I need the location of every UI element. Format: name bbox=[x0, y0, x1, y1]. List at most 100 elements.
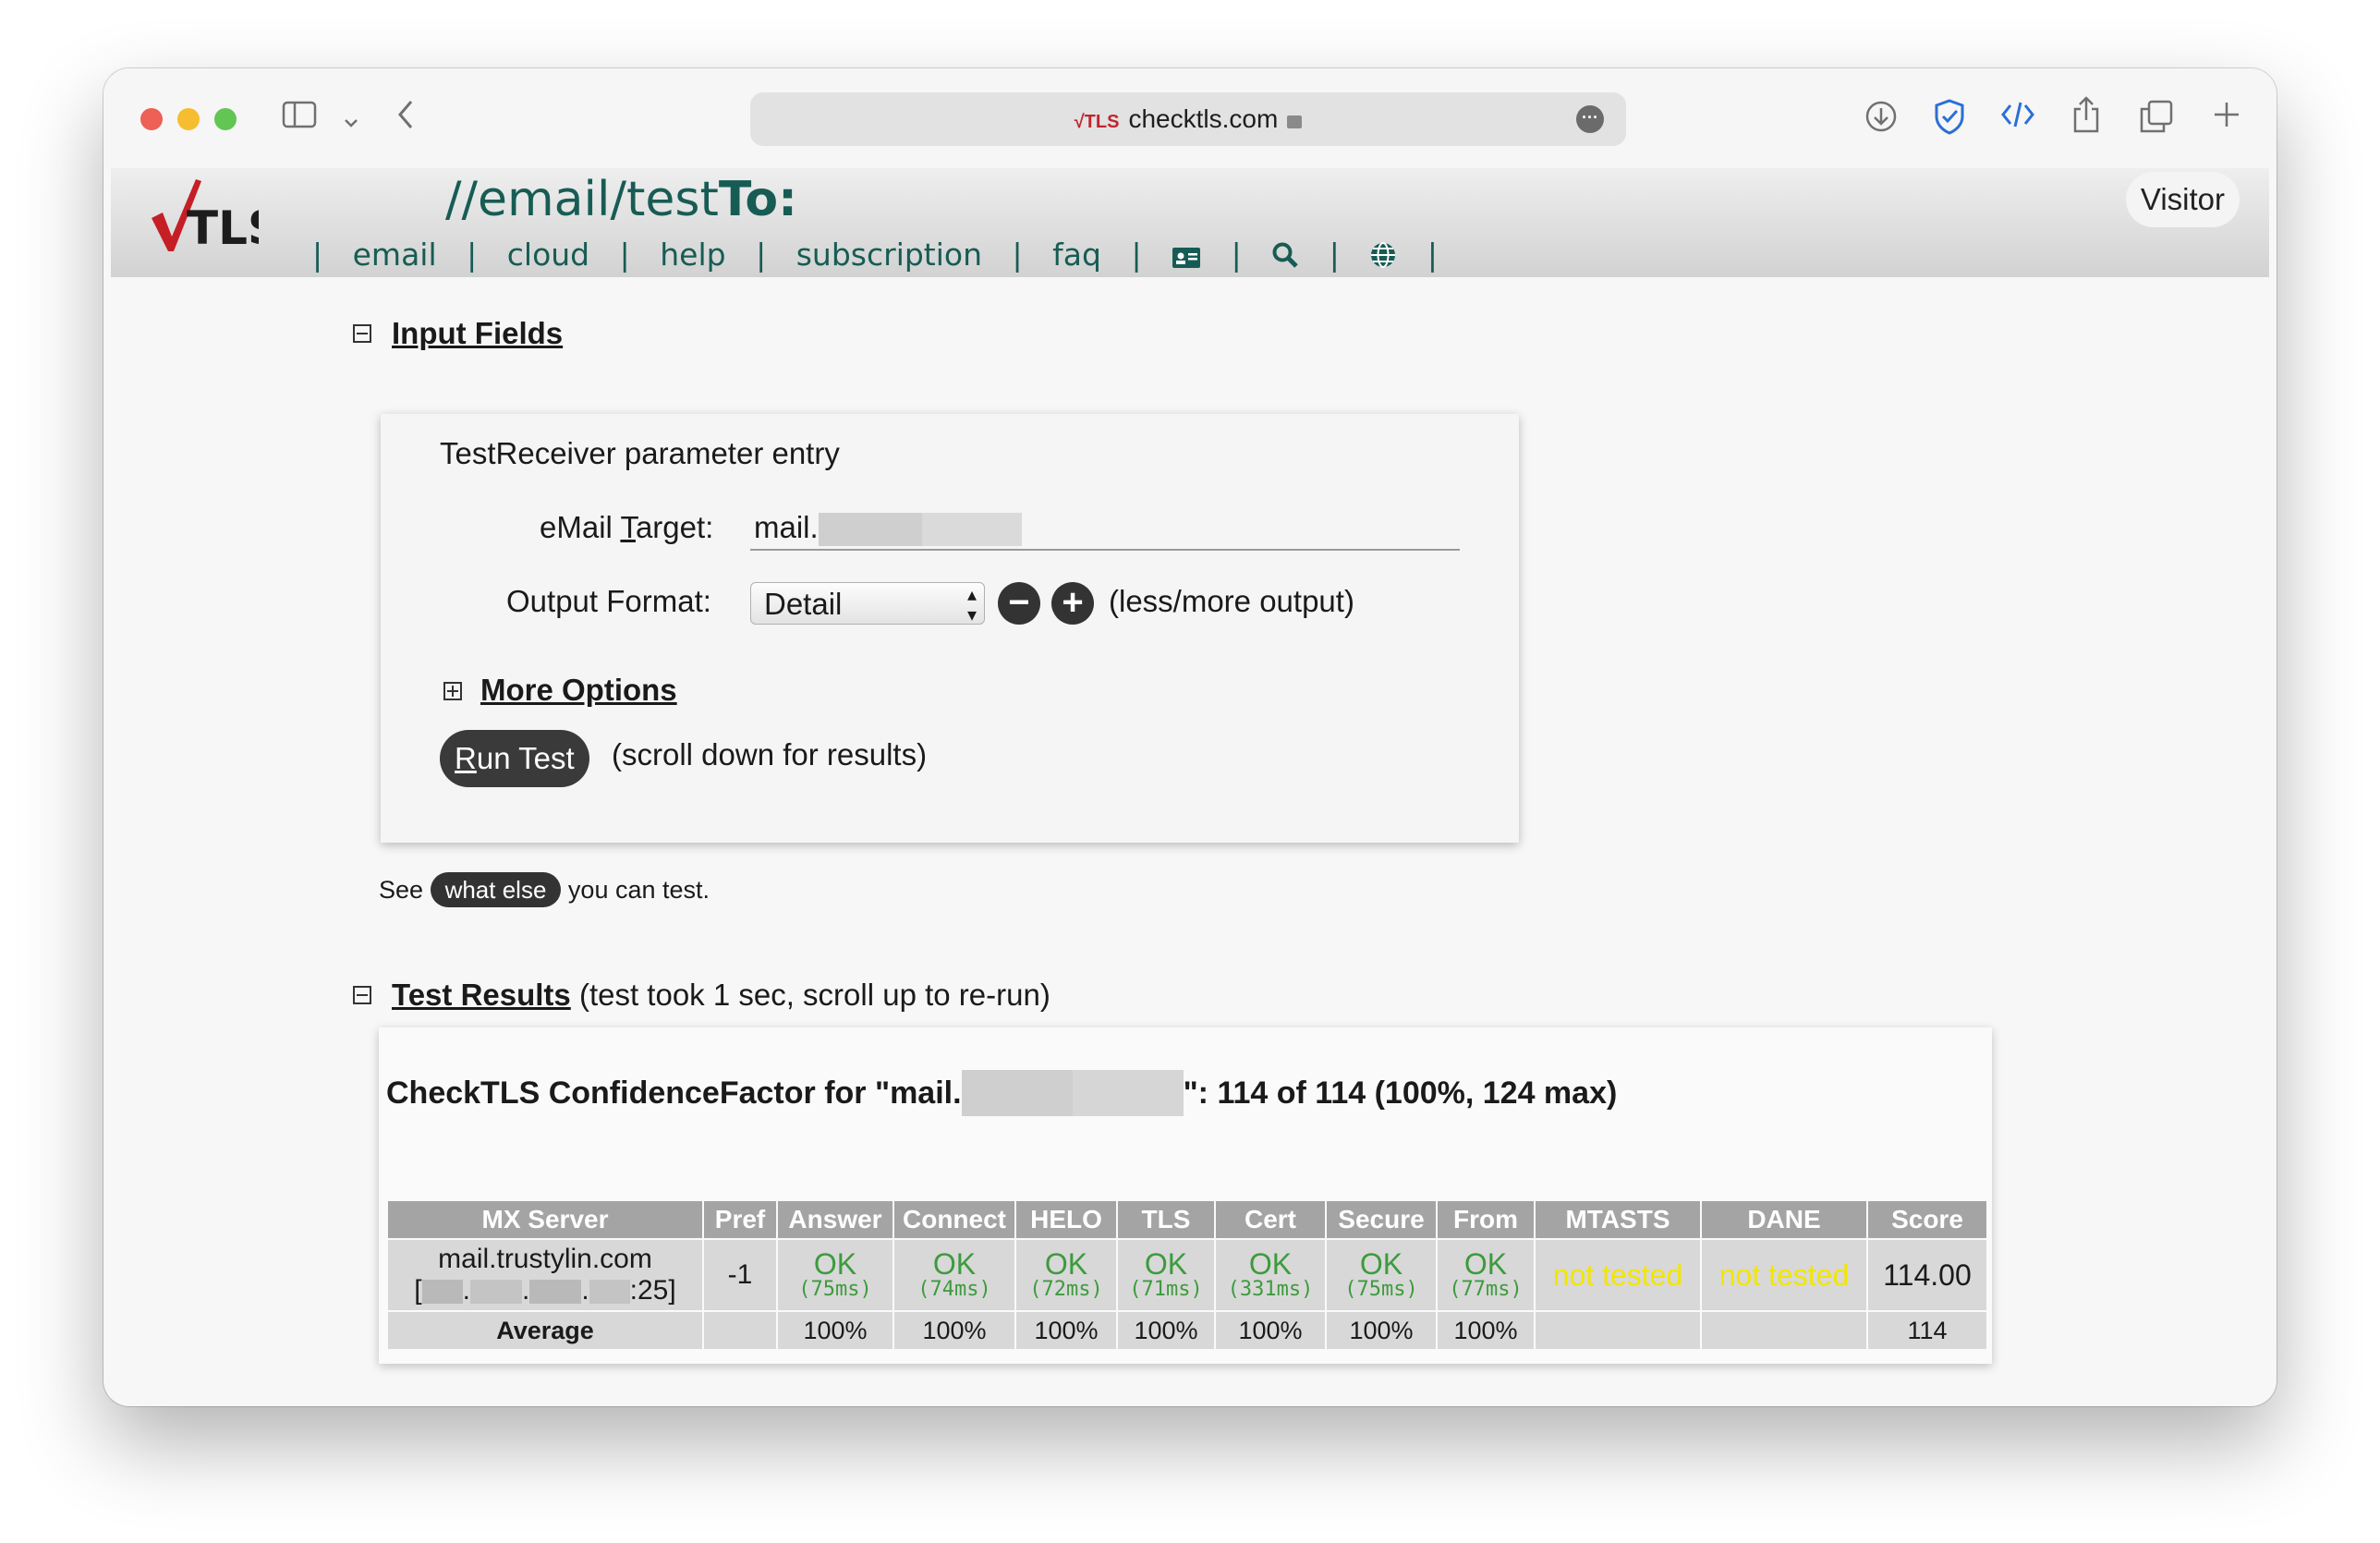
what-else-button[interactable]: what else bbox=[430, 872, 562, 907]
average-answer: 100% bbox=[776, 1310, 894, 1351]
pref-cell: -1 bbox=[702, 1238, 778, 1312]
site-favicon: √TLS bbox=[1074, 112, 1120, 132]
input-panel: TestReceiver parameter entry eMail Targe… bbox=[381, 414, 1519, 843]
collapse-icon[interactable] bbox=[353, 324, 371, 343]
col-pref: Pref bbox=[702, 1199, 778, 1240]
output-hint: (less/more output) bbox=[1109, 584, 1354, 618]
input-fields-header[interactable]: Input Fields bbox=[353, 316, 563, 351]
minimize-window-button[interactable] bbox=[177, 108, 200, 130]
col-mx-server: MX Server bbox=[386, 1199, 704, 1240]
format-label: Output Format: bbox=[506, 584, 711, 618]
col-dane: DANE bbox=[1700, 1199, 1868, 1240]
from-cell: OK (77ms) bbox=[1436, 1238, 1536, 1312]
answer-cell: OK (75ms) bbox=[776, 1238, 894, 1312]
run-hint: (scroll down for results) bbox=[612, 737, 928, 772]
input-fields-title[interactable]: Input Fields bbox=[392, 316, 563, 350]
cert-cell: OK (331ms) bbox=[1214, 1238, 1327, 1312]
results-panel: CheckTLS ConfidenceFactor for "mail. ": 1… bbox=[379, 1027, 1992, 1364]
run-test-button[interactable]: Run Test bbox=[440, 730, 589, 787]
score-cell: 114.00 bbox=[1866, 1238, 1988, 1312]
average-row: Average 100% 100% 100% 100% 100% 100% 10… bbox=[386, 1310, 1988, 1351]
download-icon[interactable] bbox=[1863, 100, 1900, 141]
expand-icon[interactable] bbox=[443, 682, 462, 700]
panel-title: TestReceiver parameter entry bbox=[440, 436, 840, 470]
share-icon[interactable] bbox=[2068, 96, 2105, 141]
col-secure: Secure bbox=[1325, 1199, 1438, 1240]
contact-card-icon[interactable] bbox=[1172, 240, 1201, 276]
col-mtasts: MTASTS bbox=[1534, 1199, 1702, 1240]
lock-icon bbox=[1287, 115, 1303, 128]
browser-toolbar: √TLS checktls.com ··· bbox=[103, 68, 2277, 168]
nav-subscription[interactable]: subscription bbox=[796, 237, 982, 273]
table-row: mail.trustylin.com [...:25] -1 OK (75ms) … bbox=[386, 1238, 1988, 1312]
tabs-icon[interactable] bbox=[2138, 100, 2175, 141]
more-options-label[interactable]: More Options bbox=[480, 673, 677, 707]
average-connect: 100% bbox=[892, 1310, 1016, 1351]
helo-cell: OK (72ms) bbox=[1014, 1238, 1118, 1312]
see-what-else: See what else you can test. bbox=[379, 872, 710, 907]
nav-cloud[interactable]: cloud bbox=[507, 237, 589, 273]
email-target-input[interactable]: mail. bbox=[750, 506, 1460, 551]
col-tls: TLS bbox=[1116, 1199, 1216, 1240]
target-label: eMail Target: bbox=[540, 510, 714, 544]
redacted-domain bbox=[1072, 1070, 1184, 1116]
more-output-button[interactable]: + bbox=[1051, 582, 1094, 625]
url-text: checktls.com bbox=[1128, 104, 1279, 133]
table-header-row: MX Server Pref Answer Connect HELO TLS C… bbox=[386, 1199, 1988, 1240]
less-output-button[interactable]: − bbox=[998, 582, 1040, 625]
col-from: From bbox=[1436, 1199, 1536, 1240]
test-results-title[interactable]: Test Results bbox=[392, 978, 571, 1012]
page-title: //email/testTo: bbox=[445, 172, 797, 227]
search-icon[interactable] bbox=[1271, 240, 1299, 276]
address-bar[interactable]: √TLS checktls.com ··· bbox=[750, 92, 1626, 146]
col-helo: HELO bbox=[1014, 1199, 1118, 1240]
more-icon[interactable]: ··· bbox=[1576, 105, 1604, 133]
site-nav: | email | cloud | help | subscription | … bbox=[312, 237, 1458, 276]
plus-icon[interactable] bbox=[2208, 100, 2245, 138]
col-score: Score bbox=[1866, 1199, 1988, 1240]
visitor-button[interactable]: Visitor bbox=[2125, 172, 2240, 227]
test-results-subtitle: (test took 1 sec, scroll up to re-run) bbox=[578, 978, 1050, 1012]
mx-server-cell: mail.trustylin.com [...:25] bbox=[386, 1238, 704, 1312]
redacted-domain bbox=[921, 513, 1022, 547]
tls-cell: OK (71ms) bbox=[1116, 1238, 1216, 1312]
sidebar-icon[interactable] bbox=[281, 100, 318, 137]
nav-email[interactable]: email bbox=[353, 237, 437, 273]
average-secure: 100% bbox=[1325, 1310, 1438, 1351]
test-results-header[interactable]: Test Results (test took 1 sec, scroll up… bbox=[353, 978, 1050, 1013]
average-mtasts bbox=[1534, 1310, 1702, 1351]
more-options-toggle[interactable]: More Options bbox=[443, 673, 677, 708]
output-format-select[interactable]: Detail ▴ ▾ bbox=[750, 582, 985, 626]
select-arrows-icon: ▴ ▾ bbox=[966, 585, 977, 626]
average-label: Average bbox=[386, 1310, 704, 1351]
average-from: 100% bbox=[1436, 1310, 1536, 1351]
close-window-button[interactable] bbox=[140, 108, 163, 130]
shield-icon[interactable] bbox=[1931, 98, 1968, 143]
average-tls: 100% bbox=[1116, 1310, 1216, 1351]
mtasts-cell: not tested bbox=[1534, 1238, 1702, 1312]
confidence-factor: CheckTLS ConfidenceFactor for "mail. ": 1… bbox=[386, 1070, 1617, 1116]
nav-help[interactable]: help bbox=[660, 237, 725, 273]
average-helo: 100% bbox=[1014, 1310, 1118, 1351]
code-icon[interactable] bbox=[1999, 100, 2036, 138]
nav-faq[interactable]: faq bbox=[1052, 237, 1101, 273]
redacted-domain bbox=[961, 1070, 1073, 1116]
col-cert: Cert bbox=[1214, 1199, 1327, 1240]
chevron-down-icon[interactable] bbox=[340, 100, 362, 137]
redacted-domain bbox=[818, 513, 922, 547]
mx-results-table: MX Server Pref Answer Connect HELO TLS C… bbox=[386, 1199, 1988, 1351]
average-cert: 100% bbox=[1214, 1310, 1327, 1351]
back-icon[interactable] bbox=[392, 100, 419, 138]
average-score: 114 bbox=[1866, 1310, 1988, 1351]
average-pref bbox=[702, 1310, 778, 1351]
collapse-icon[interactable] bbox=[353, 986, 371, 1004]
secure-cell: OK (75ms) bbox=[1325, 1238, 1438, 1312]
connect-cell: OK (74ms) bbox=[892, 1238, 1016, 1312]
globe-icon[interactable] bbox=[1369, 240, 1397, 276]
checktls-logo[interactable]: TLS bbox=[148, 172, 281, 257]
zoom-window-button[interactable] bbox=[214, 108, 237, 130]
col-connect: Connect bbox=[892, 1199, 1016, 1240]
average-dane bbox=[1700, 1310, 1868, 1351]
browser-window: √TLSchecktls.com ··· TLS // bbox=[103, 68, 2277, 1406]
col-answer: Answer bbox=[776, 1199, 894, 1240]
